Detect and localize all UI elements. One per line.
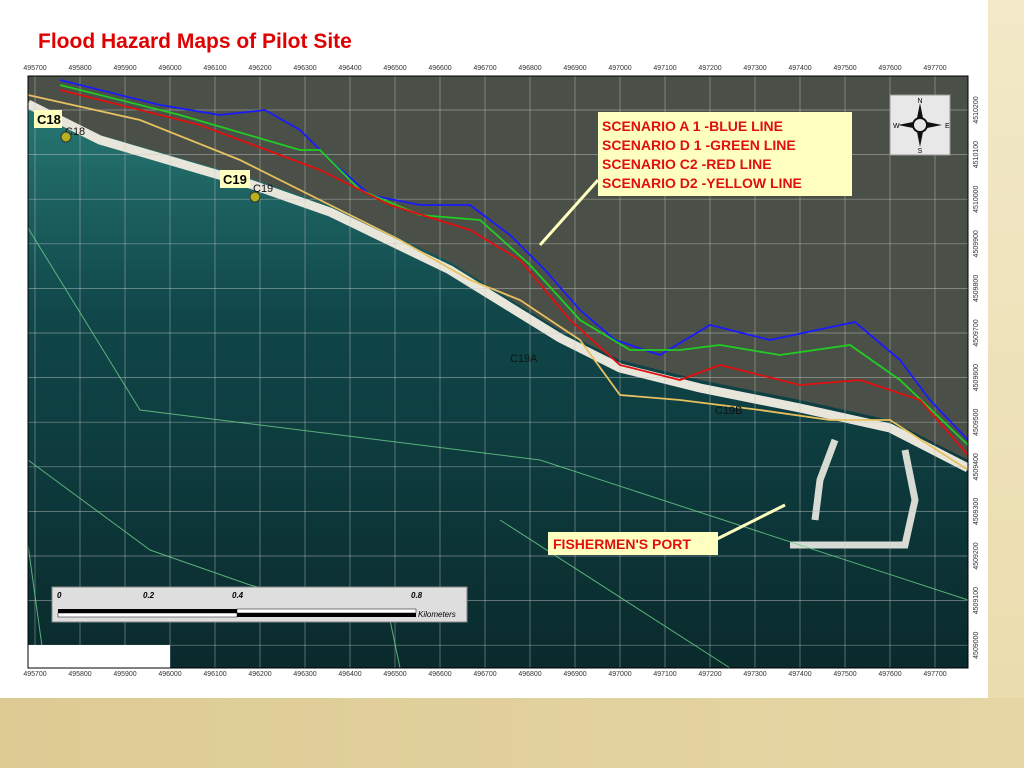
northing-tick-label: 4510100 bbox=[973, 141, 980, 168]
easting-tick-label: 497000 bbox=[608, 65, 631, 72]
easting-tick-label: 496000 bbox=[158, 671, 181, 678]
easting-tick-label: 497300 bbox=[743, 671, 766, 678]
easting-tick-label: 496900 bbox=[563, 671, 586, 678]
easting-tick-label: 496700 bbox=[473, 65, 496, 72]
easting-tick-label: 496400 bbox=[338, 65, 361, 72]
northing-tick-label: 4509800 bbox=[973, 275, 980, 302]
compass-e: E bbox=[945, 123, 950, 130]
easting-tick-label: 495700 bbox=[23, 65, 46, 72]
compass-w: W bbox=[893, 123, 900, 130]
easting-tick-label: 497100 bbox=[653, 65, 676, 72]
legend-entry: SCENARIO D 1 -GREEN LINE bbox=[602, 137, 796, 153]
easting-tick-label: 496800 bbox=[518, 65, 541, 72]
point-tag-c18: C18 bbox=[37, 112, 61, 127]
easting-tick-label: 497500 bbox=[833, 671, 856, 678]
easting-tick-label: 496300 bbox=[293, 65, 316, 72]
easting-tick-label: 496100 bbox=[203, 671, 226, 678]
easting-tick-label: 497000 bbox=[608, 671, 631, 678]
easting-tick-label: 497700 bbox=[923, 65, 946, 72]
point-tag-c19: C19 bbox=[223, 172, 247, 187]
easting-tick-label: 495900 bbox=[113, 65, 136, 72]
compass-rose: N S E W bbox=[889, 94, 951, 156]
scale-tick-0-8: 0.8 bbox=[411, 591, 423, 600]
northing-tick-label: 4509400 bbox=[973, 453, 980, 480]
northing-tick-label: 4509200 bbox=[973, 542, 980, 569]
easting-tick-label: 496100 bbox=[203, 65, 226, 72]
easting-tick-label: 496500 bbox=[383, 65, 406, 72]
flood-hazard-map: SCENARIO A 1 -BLUE LINE SCENARIO D 1 -GRE… bbox=[23, 65, 980, 678]
easting-tick-label: 495900 bbox=[113, 671, 136, 678]
survey-point-c19 bbox=[249, 191, 261, 203]
legend-entry: SCENARIO A 1 -BLUE LINE bbox=[602, 118, 783, 134]
legend-entry: SCENARIO C2 -RED LINE bbox=[602, 156, 772, 172]
compass-s: S bbox=[918, 148, 923, 155]
easting-tick-label: 496400 bbox=[338, 671, 361, 678]
northing-tick-label: 4509300 bbox=[973, 498, 980, 525]
northing-tick-label: 4509900 bbox=[973, 230, 980, 257]
compass-n: N bbox=[917, 98, 922, 105]
easting-tick-label: 497200 bbox=[698, 671, 721, 678]
easting-tick-label: 496300 bbox=[293, 671, 316, 678]
easting-tick-label: 496200 bbox=[248, 671, 271, 678]
easting-tick-label: 496200 bbox=[248, 65, 271, 72]
easting-tick-label: 497300 bbox=[743, 65, 766, 72]
northing-tick-label: 4510200 bbox=[973, 96, 980, 123]
scale-tick-0: 0 bbox=[57, 591, 62, 600]
easting-tick-label: 496600 bbox=[428, 671, 451, 678]
easting-tick-label: 497400 bbox=[788, 671, 811, 678]
easting-tick-label: 496600 bbox=[428, 65, 451, 72]
easting-tick-label: 495800 bbox=[68, 65, 91, 72]
legend-entry: SCENARIO D2 -YELLOW LINE bbox=[602, 175, 802, 191]
northing-tick-label: 4510000 bbox=[973, 185, 980, 212]
easting-tick-label: 497600 bbox=[878, 671, 901, 678]
northing-tick-label: 4509500 bbox=[973, 408, 980, 435]
survey-point-c18 bbox=[60, 131, 72, 143]
easting-tick-label: 496000 bbox=[158, 65, 181, 72]
easting-tick-label: 496800 bbox=[518, 671, 541, 678]
easting-tick-label: 495700 bbox=[23, 671, 46, 678]
label-c19a: C19A bbox=[510, 353, 538, 365]
easting-tick-label: 497200 bbox=[698, 65, 721, 72]
scale-tick-0-4: 0.4 bbox=[232, 591, 244, 600]
easting-tick-label: 496700 bbox=[473, 671, 496, 678]
easting-tick-label: 496500 bbox=[383, 671, 406, 678]
easting-tick-label: 497600 bbox=[878, 65, 901, 72]
label-c19b: C19B bbox=[715, 405, 743, 417]
easting-tick-label: 497700 bbox=[923, 671, 946, 678]
northing-tick-label: 4509000 bbox=[973, 631, 980, 658]
easting-tick-label: 496900 bbox=[563, 65, 586, 72]
scale-tick-0-2: 0.2 bbox=[143, 591, 155, 600]
easting-tick-label: 497500 bbox=[833, 65, 856, 72]
scale-bar: 0 0.2 0.4 0.8 Kilometers bbox=[51, 586, 468, 623]
easting-tick-label: 497100 bbox=[653, 671, 676, 678]
scale-unit: Kilometers bbox=[418, 610, 456, 619]
easting-tick-label: 497400 bbox=[788, 65, 811, 72]
label-fishermens-port: FISHERMEN'S PORT bbox=[553, 536, 691, 552]
easting-tick-label: 495800 bbox=[68, 671, 91, 678]
northing-tick-label: 4509700 bbox=[973, 319, 980, 346]
northing-tick-label: 4509600 bbox=[973, 364, 980, 391]
northing-tick-label: 4509100 bbox=[973, 587, 980, 614]
